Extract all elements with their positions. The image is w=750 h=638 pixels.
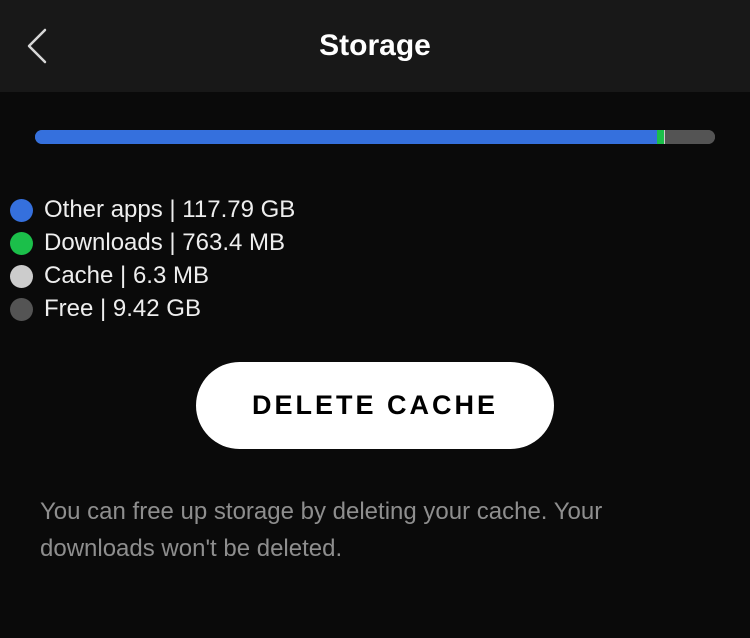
legend-label: Downloads | 763.4 MB: [44, 229, 285, 257]
storage-bar-segment-other_apps: [35, 130, 657, 144]
content-area: Other apps | 117.79 GB Downloads | 763.4 …: [0, 130, 750, 567]
storage-legend: Other apps | 117.79 GB Downloads | 763.4 …: [10, 196, 750, 323]
delete-cache-button[interactable]: DELETE CACHE: [196, 362, 554, 449]
chevron-left-icon: [24, 26, 50, 66]
legend-dot-icon: [10, 232, 33, 255]
page-title: Storage: [0, 29, 750, 63]
header-bar: Storage: [0, 0, 750, 92]
legend-label: Other apps | 117.79 GB: [44, 196, 295, 224]
legend-item: Other apps | 117.79 GB: [10, 196, 750, 224]
storage-usage-bar: [35, 130, 715, 144]
legend-item: Downloads | 763.4 MB: [10, 229, 750, 257]
legend-label: Free | 9.42 GB: [44, 295, 201, 323]
storage-bar-segment-free: [665, 130, 715, 144]
legend-dot-icon: [10, 298, 33, 321]
legend-label: Cache | 6.3 MB: [44, 262, 209, 290]
legend-dot-icon: [10, 265, 33, 288]
cache-description: You can free up storage by deleting your…: [40, 493, 710, 567]
legend-item: Cache | 6.3 MB: [10, 262, 750, 290]
storage-bar-segment-downloads: [657, 130, 664, 144]
legend-dot-icon: [10, 199, 33, 222]
legend-item: Free | 9.42 GB: [10, 295, 750, 323]
back-button[interactable]: [24, 26, 50, 66]
